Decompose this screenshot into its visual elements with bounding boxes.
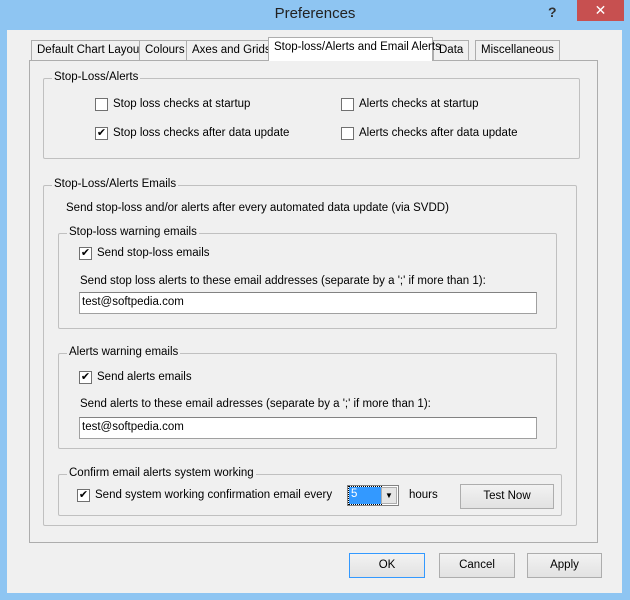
tab-axes-and-grids[interactable]: Axes and Grids [186, 40, 277, 60]
send-alerts-checkbox[interactable]: ✔ [79, 371, 92, 384]
alerts-address-label: Send alerts to these email adresses (sep… [80, 398, 431, 410]
hours-value: 5 [348, 486, 382, 505]
send-confirmation-checkbox[interactable]: ✔ [77, 489, 90, 502]
tab-miscellaneous[interactable]: Miscellaneous [475, 40, 560, 60]
stop-loss-email-input[interactable]: test@softpedia.com [79, 292, 537, 314]
ok-button[interactable]: OK [349, 553, 425, 578]
hours-label: hours [409, 489, 438, 501]
hours-dropdown[interactable]: 5 ▼ [347, 485, 399, 506]
alerts-update-label: Alerts checks after data update [359, 127, 518, 139]
group-legend: Confirm email alerts system working [67, 467, 256, 479]
apply-button[interactable]: Apply [527, 553, 602, 578]
group-legend: Stop-Loss/Alerts Emails [52, 178, 179, 190]
help-button[interactable]: ? [548, 4, 557, 20]
alerts-startup-checkbox[interactable] [341, 98, 354, 111]
tab-stop-loss-alerts[interactable]: Stop-loss/Alerts and Email Alerts [268, 37, 441, 61]
send-alerts-label: Send alerts emails [97, 371, 192, 383]
stop-loss-startup-label: Stop loss checks at startup [113, 98, 251, 110]
send-confirmation-label: Send system working confirmation email e… [95, 489, 333, 501]
alerts-startup-label: Alerts checks at startup [359, 98, 479, 110]
chevron-down-icon[interactable]: ▼ [381, 487, 397, 504]
alerts-email-input[interactable]: test@softpedia.com [79, 417, 537, 439]
tab-default-chart-layout[interactable]: Default Chart Layout [31, 40, 149, 60]
stop-loss-update-label: Stop loss checks after data update [113, 127, 290, 139]
cancel-button[interactable]: Cancel [439, 553, 515, 578]
stop-loss-address-label: Send stop loss alerts to these email add… [80, 275, 486, 287]
send-stop-loss-checkbox[interactable]: ✔ [79, 247, 92, 260]
send-stop-loss-label: Send stop-loss emails [97, 247, 210, 259]
group-legend: Stop-loss warning emails [67, 226, 199, 238]
window-title: Preferences [274, 5, 356, 22]
test-now-button[interactable]: Test Now [460, 484, 554, 509]
stop-loss-startup-checkbox[interactable] [95, 98, 108, 111]
stop-loss-alerts-group: Stop-Loss/Alerts [43, 71, 580, 159]
emails-description: Send stop-loss and/or alerts after every… [66, 202, 449, 214]
close-button[interactable]: ✕ [577, 0, 624, 21]
group-legend: Alerts warning emails [67, 346, 181, 358]
alerts-update-checkbox[interactable] [341, 127, 354, 140]
group-legend: Stop-Loss/Alerts [52, 71, 141, 83]
tab-colours[interactable]: Colours [139, 40, 191, 60]
stop-loss-update-checkbox[interactable]: ✔ [95, 127, 108, 140]
